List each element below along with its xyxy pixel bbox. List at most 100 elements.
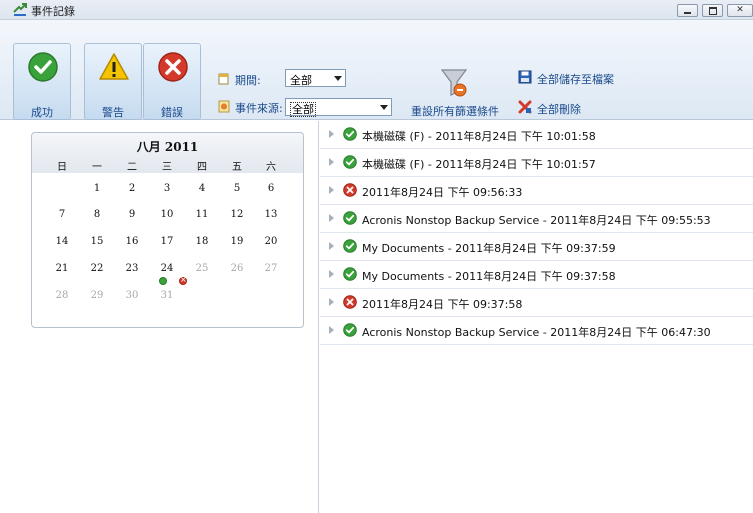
expand-arrow-icon[interactable] [329, 270, 334, 278]
event-log-app-icon [13, 3, 27, 16]
period-icon [218, 73, 229, 85]
day-error-marker-icon [179, 275, 187, 285]
calendar-day-12[interactable]: 12 [222, 209, 252, 220]
month-calendar: 八月 2011 日一二三四五六 1 2 3 4 5 6 7 8 9 10 11 12 13 14 15 16 17… [31, 132, 304, 328]
success-check-icon [28, 52, 58, 82]
calendar-day-15[interactable]: 15 [82, 236, 112, 247]
calendar-day-22[interactable]: 22 [82, 263, 112, 274]
calendar-day-14[interactable]: 14 [47, 236, 77, 247]
calendar-day-20[interactable]: 20 [256, 236, 286, 247]
calendar-month-title: 八月 2011 [136, 140, 199, 154]
period-select[interactable]: 全部 [285, 69, 346, 87]
close-button[interactable]: ✕ [727, 4, 753, 17]
calendar-day-29[interactable]: 29 [82, 290, 112, 301]
expand-arrow-icon[interactable] [329, 130, 334, 138]
event-text: My Documents - 2011年8月24日 下午 09:37:59 [362, 242, 616, 255]
calendar-day-8[interactable]: 8 [82, 209, 112, 220]
calendar-day-30[interactable]: 30 [117, 290, 147, 301]
calendar-day-21[interactable]: 21 [47, 263, 77, 274]
delete-icon [518, 100, 532, 114]
maximize-button[interactable] [702, 4, 723, 17]
calendar-day-18[interactable]: 18 [187, 236, 217, 247]
expand-arrow-icon[interactable] [329, 214, 334, 222]
calendar-day-16[interactable]: 16 [117, 236, 147, 247]
calendar-pane: 八月 2011 日一二三四五六 1 2 3 4 5 6 7 8 9 10 11 12 13 14 15 16 17… [0, 121, 319, 513]
event-row[interactable]: 2011年8月24日 下午 09:56:33 [320, 177, 753, 205]
calendar-day-13[interactable]: 13 [256, 209, 286, 220]
calendar-day-1[interactable]: 1 [82, 183, 112, 194]
warning-label: 警告 [102, 106, 124, 119]
event-row[interactable]: 本機磁碟 (F) - 2011年8月24日 下午 10:01:58 [320, 121, 753, 149]
event-text: 本機磁碟 (F) - 2011年8月24日 下午 10:01:58 [362, 130, 596, 143]
calendar-day-9[interactable]: 9 [117, 209, 147, 220]
expand-arrow-icon[interactable] [329, 242, 334, 250]
calendar-day-10[interactable]: 10 [152, 209, 182, 220]
success-filter-button[interactable]: 成功 [13, 43, 71, 120]
error-status-icon [343, 295, 357, 309]
expand-arrow-icon[interactable] [329, 186, 334, 194]
weekday-header: 三 [162, 162, 172, 173]
event-text: 2011年8月24日 下午 09:56:33 [362, 186, 523, 199]
expand-arrow-icon[interactable] [329, 326, 334, 334]
calendar-day-27[interactable]: 27 [256, 263, 286, 274]
event-row[interactable]: 2011年8月24日 下午 09:37:58 [320, 289, 753, 317]
close-icon: ✕ [736, 5, 744, 15]
save-disk-icon [518, 70, 532, 84]
calendar-day-28[interactable]: 28 [47, 290, 77, 301]
event-row[interactable]: My Documents - 2011年8月24日 下午 09:37:59 [320, 233, 753, 261]
calendar-day-2[interactable]: 2 [117, 183, 147, 194]
title-bar: 事件記錄 ✕ [0, 0, 753, 20]
calendar-day-23[interactable]: 23 [117, 263, 147, 274]
calendar-day-7[interactable]: 7 [47, 209, 77, 220]
calendar-day-26[interactable]: 26 [222, 263, 252, 274]
success-status-icon [343, 155, 357, 169]
error-filter-button[interactable]: 錯誤 [143, 43, 201, 120]
event-row[interactable]: Acronis Nonstop Backup Service - 2011年8月… [320, 205, 753, 233]
event-text: Acronis Nonstop Backup Service - 2011年8月… [362, 214, 711, 227]
event-source-icon [218, 100, 230, 113]
event-row[interactable]: 本機磁碟 (F) - 2011年8月24日 下午 10:01:57 [320, 149, 753, 177]
event-text: 本機磁碟 (F) - 2011年8月24日 下午 10:01:57 [362, 158, 596, 171]
calendar-day-5[interactable]: 5 [222, 183, 252, 194]
calendar-day-19[interactable]: 19 [222, 236, 252, 247]
period-label: 期間: [235, 74, 261, 87]
event-text: 2011年8月24日 下午 09:37:58 [362, 298, 523, 311]
weekday-header: 日 [57, 162, 67, 173]
event-row[interactable]: Acronis Nonstop Backup Service - 2011年8月… [320, 317, 753, 345]
filter-reset-icon [440, 69, 468, 97]
weekday-header: 五 [232, 162, 242, 173]
delete-all-label: 全部刪除 [537, 103, 581, 116]
event-row[interactable]: My Documents - 2011年8月24日 下午 09:37:58 [320, 261, 753, 289]
success-status-icon [343, 211, 357, 225]
source-select-value: 全部 [290, 102, 316, 117]
error-label: 錯誤 [161, 106, 183, 119]
source-select[interactable]: 全部 [285, 98, 392, 117]
calendar-day-17[interactable]: 17 [152, 236, 182, 247]
error-status-icon [343, 183, 357, 197]
calendar-day-4[interactable]: 4 [187, 183, 217, 194]
reset-filters-button[interactable]: 重設所有篩選條件 [410, 42, 500, 120]
weekday-header: 四 [197, 162, 207, 173]
window-title: 事件記錄 [31, 5, 75, 18]
success-status-icon [343, 323, 357, 337]
calendar-day-25[interactable]: 25 [187, 263, 217, 274]
calendar-day-11[interactable]: 11 [187, 209, 217, 220]
minimize-button[interactable] [677, 4, 698, 17]
chevron-down-icon [380, 105, 388, 110]
warning-filter-button[interactable]: 警告 [84, 43, 142, 120]
calendar-day-31[interactable]: 31 [152, 290, 182, 301]
calendar-day-24[interactable]: 24 [152, 263, 182, 274]
event-text: My Documents - 2011年8月24日 下午 09:37:58 [362, 270, 616, 283]
weekday-header: 六 [266, 162, 276, 173]
success-status-icon [343, 239, 357, 253]
source-label: 事件來源: [235, 102, 283, 115]
calendar-day-6[interactable]: 6 [256, 183, 286, 194]
chevron-down-icon [334, 76, 342, 81]
success-status-icon [343, 267, 357, 281]
expand-arrow-icon[interactable] [329, 158, 334, 166]
expand-arrow-icon[interactable] [329, 298, 334, 306]
main-area: 八月 2011 日一二三四五六 1 2 3 4 5 6 7 8 9 10 11 12 13 14 15 16 17… [0, 121, 753, 513]
save-all-label: 全部儲存至檔案 [537, 73, 614, 86]
event-text: Acronis Nonstop Backup Service - 2011年8月… [362, 326, 711, 339]
calendar-day-3[interactable]: 3 [152, 183, 182, 194]
